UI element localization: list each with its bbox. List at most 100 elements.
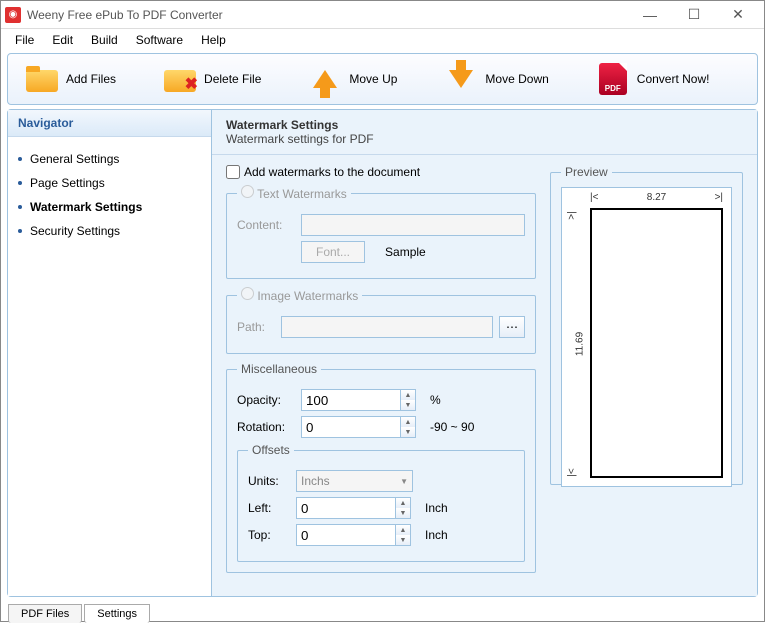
opacity-unit: %	[430, 393, 441, 407]
menu-file[interactable]: File	[7, 31, 42, 49]
tab-pdf-files[interactable]: PDF Files	[8, 604, 82, 623]
path-label: Path:	[237, 320, 275, 334]
content-input[interactable]	[301, 214, 525, 236]
opacity-label: Opacity:	[237, 393, 295, 407]
move-up-label: Move Up	[349, 72, 397, 86]
content-label: Content:	[237, 218, 295, 232]
opacity-up-icon[interactable]: ▲	[401, 390, 415, 400]
add-files-button[interactable]: Add Files	[16, 59, 126, 99]
folder-add-icon	[26, 63, 58, 95]
left-input[interactable]	[296, 497, 396, 519]
opacity-down-icon[interactable]: ▼	[401, 400, 415, 410]
sample-label: Sample	[385, 245, 426, 259]
text-watermark-radio[interactable]	[241, 185, 254, 198]
top-input[interactable]	[296, 524, 396, 546]
image-watermark-legend: Image Watermarks	[257, 289, 358, 303]
preview-group: Preview |< 8.27 >| >| 11.69 |<	[550, 165, 743, 485]
preview-column: Preview |< 8.27 >| >| 11.69 |<	[550, 165, 743, 581]
sidebar: Navigator General Settings Page Settings…	[8, 110, 212, 596]
offsets-group: Offsets Units: Inchs ▼ Left:	[237, 443, 525, 562]
enable-watermark-checkbox[interactable]	[226, 165, 240, 179]
miscellaneous-group: Miscellaneous Opacity: ▲▼ % Rotation:	[226, 362, 536, 573]
rotation-spinner[interactable]: ▲▼	[301, 416, 416, 438]
left-up-icon[interactable]: ▲	[396, 498, 410, 508]
left-label: Left:	[248, 501, 290, 515]
convert-button[interactable]: PDF Convert Now!	[587, 59, 720, 99]
settings-column: Add watermarks to the document Text Wate…	[226, 165, 536, 581]
arrow-up-icon	[309, 63, 341, 95]
folder-delete-icon	[164, 63, 196, 95]
page-title: Watermark Settings	[226, 118, 743, 132]
delete-file-button[interactable]: Delete File	[154, 59, 271, 99]
ruler-h-value: 8.27	[647, 192, 666, 203]
ruler-v-value: 11.69	[575, 332, 586, 356]
titlebar: ◉ Weeny Free ePub To PDF Converter — ☐ ✕	[1, 1, 764, 29]
offsets-legend: Offsets	[248, 443, 294, 457]
left-spinner[interactable]: ▲▼	[296, 497, 411, 519]
convert-label: Convert Now!	[637, 72, 710, 86]
sidebar-item-general[interactable]: General Settings	[14, 147, 205, 171]
left-down-icon[interactable]: ▼	[396, 508, 410, 518]
left-unit: Inch	[425, 501, 448, 515]
move-down-button[interactable]: Move Down	[435, 59, 558, 99]
opacity-input[interactable]	[301, 389, 401, 411]
units-value: Inchs	[301, 474, 330, 488]
delete-file-label: Delete File	[204, 72, 261, 86]
top-spinner[interactable]: ▲▼	[296, 524, 411, 546]
browse-button[interactable]: ⋯	[499, 316, 525, 338]
ruler-v-end: |<	[567, 468, 578, 476]
menu-edit[interactable]: Edit	[44, 31, 81, 49]
ruler-h-start: |<	[590, 192, 598, 203]
app-icon: ◉	[5, 7, 21, 23]
close-button[interactable]: ✕	[716, 1, 760, 29]
top-label: Top:	[248, 528, 290, 542]
ruler-v-start: >|	[567, 211, 578, 219]
image-watermark-radio[interactable]	[241, 287, 254, 300]
move-down-label: Move Down	[485, 72, 548, 86]
arrow-down-icon	[445, 63, 477, 95]
top-up-icon[interactable]: ▲	[396, 525, 410, 535]
image-watermarks-group: Image Watermarks Path: ⋯	[226, 287, 536, 354]
preview-ruler-vertical: >| 11.69 |<	[568, 210, 586, 478]
sidebar-list: General Settings Page Settings Watermark…	[8, 137, 211, 253]
content: Watermark Settings Watermark settings fo…	[212, 110, 757, 596]
miscellaneous-legend: Miscellaneous	[237, 362, 321, 376]
preview-page	[590, 208, 723, 478]
rotation-input[interactable]	[301, 416, 401, 438]
tab-settings[interactable]: Settings	[84, 604, 150, 623]
preview-box: |< 8.27 >| >| 11.69 |<	[561, 187, 732, 487]
preview-legend: Preview	[561, 165, 612, 179]
chevron-down-icon: ▼	[400, 477, 408, 486]
toolbar: Add Files Delete File Move Up Move Down …	[7, 53, 758, 105]
menu-build[interactable]: Build	[83, 31, 126, 49]
top-unit: Inch	[425, 528, 448, 542]
sidebar-item-page[interactable]: Page Settings	[14, 171, 205, 195]
window-title: Weeny Free ePub To PDF Converter	[27, 8, 628, 22]
top-down-icon[interactable]: ▼	[396, 535, 410, 545]
ruler-h-end: >|	[715, 192, 723, 203]
sidebar-item-security[interactable]: Security Settings	[14, 219, 205, 243]
sidebar-item-watermark[interactable]: Watermark Settings	[14, 195, 205, 219]
menu-help[interactable]: Help	[193, 31, 234, 49]
menubar: File Edit Build Software Help	[1, 29, 764, 51]
add-files-label: Add Files	[66, 72, 116, 86]
minimize-button[interactable]: —	[628, 1, 672, 29]
pdf-icon: PDF	[597, 63, 629, 95]
units-label: Units:	[248, 474, 290, 488]
ellipsis-icon: ⋯	[506, 320, 518, 334]
units-select[interactable]: Inchs ▼	[296, 470, 413, 492]
enable-watermark-row: Add watermarks to the document	[226, 165, 536, 179]
font-button[interactable]: Font...	[301, 241, 365, 263]
rotation-up-icon[interactable]: ▲	[401, 417, 415, 427]
path-input[interactable]	[281, 316, 493, 338]
rotation-down-icon[interactable]: ▼	[401, 427, 415, 437]
content-header: Watermark Settings Watermark settings fo…	[212, 110, 757, 155]
rotation-label: Rotation:	[237, 420, 295, 434]
sidebar-header: Navigator	[8, 110, 211, 137]
opacity-spinner[interactable]: ▲▼	[301, 389, 416, 411]
main-area: Navigator General Settings Page Settings…	[7, 109, 758, 597]
bottom-tabs: PDF Files Settings	[8, 600, 757, 622]
move-up-button[interactable]: Move Up	[299, 59, 407, 99]
menu-software[interactable]: Software	[128, 31, 191, 49]
maximize-button[interactable]: ☐	[672, 1, 716, 29]
